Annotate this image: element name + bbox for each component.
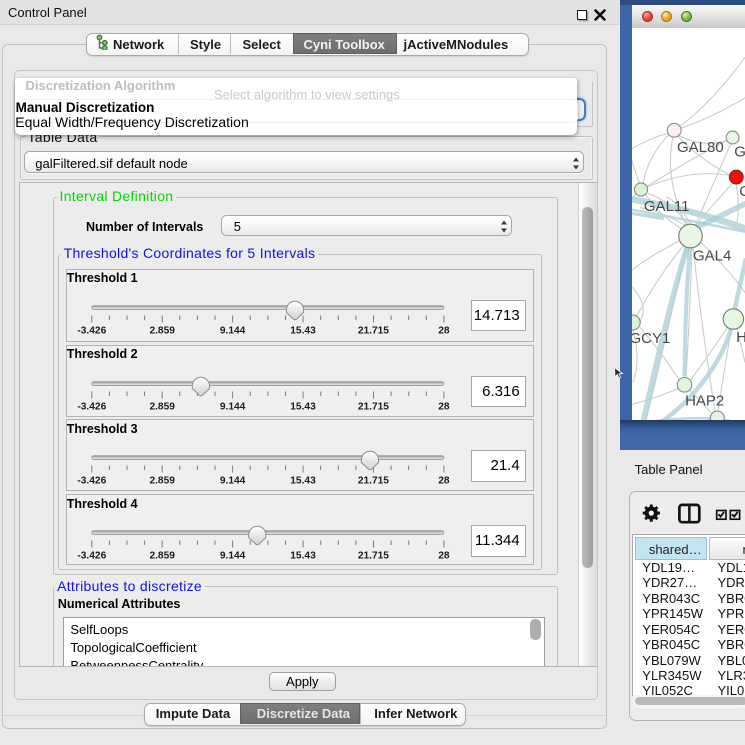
svg-text:-3.426: -3.426	[77, 325, 106, 336]
svg-text:CY: CY	[739, 182, 745, 199]
svg-text:GAL11: GAL11	[644, 198, 690, 215]
svg-text:2.859: 2.859	[149, 476, 175, 487]
svg-text:9.144: 9.144	[219, 476, 245, 487]
svg-text:-3.426: -3.426	[77, 550, 106, 561]
svg-text:-3.426: -3.426	[77, 401, 106, 412]
svg-text:GA: GA	[734, 143, 745, 160]
svg-text:-3.426: -3.426	[77, 476, 106, 487]
svg-text:9.144: 9.144	[219, 325, 245, 336]
svg-text:15.43: 15.43	[290, 325, 316, 336]
svg-text:HAP2: HAP2	[685, 392, 724, 409]
svg-text:9.144: 9.144	[219, 401, 245, 412]
svg-text:2.859: 2.859	[149, 401, 175, 412]
svg-text:15.43: 15.43	[290, 476, 316, 487]
svg-text:HI: HI	[736, 328, 745, 345]
svg-text:21.715: 21.715	[357, 476, 388, 487]
svg-text:GAL4: GAL4	[693, 247, 731, 264]
svg-text:28: 28	[438, 550, 450, 561]
svg-text:9.144: 9.144	[219, 550, 245, 561]
svg-text:2.859: 2.859	[149, 325, 175, 336]
svg-text:28: 28	[438, 476, 450, 487]
svg-text:21.715: 21.715	[357, 325, 388, 336]
svg-text:15.43: 15.43	[290, 401, 316, 412]
svg-text:21.715: 21.715	[357, 550, 388, 561]
svg-text:GCY1: GCY1	[632, 330, 670, 347]
svg-text:28: 28	[438, 401, 450, 412]
svg-text:15.43: 15.43	[290, 550, 316, 561]
svg-text:21.715: 21.715	[357, 401, 388, 412]
svg-text:2.859: 2.859	[149, 550, 175, 561]
svg-text:GAL80: GAL80	[677, 138, 724, 155]
svg-text:28: 28	[438, 325, 450, 336]
